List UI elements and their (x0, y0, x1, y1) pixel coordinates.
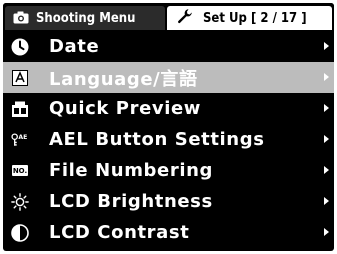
chevron-right-icon (324, 135, 329, 143)
chevron-right-icon (324, 228, 329, 236)
menu-item-ael-button-settings[interactable]: AE AEL Button Settings (3, 124, 334, 155)
tab-setup[interactable]: Set Up [ 2 / 17 ] (167, 6, 332, 30)
chevron-right-icon (324, 42, 329, 50)
ael-key-icon: AE (11, 131, 29, 149)
contrast-icon (11, 223, 29, 242)
menu-item-date[interactable]: Date (3, 31, 334, 62)
tab-setup-label: Set Up [ 2 / 17 ] (203, 10, 307, 26)
chevron-right-icon (324, 197, 329, 205)
menu-item-label: LCD Brightness (49, 191, 213, 212)
camera-menu-screen: Shooting Menu Set Up [ 2 / 17 ] Date Lan… (3, 3, 334, 251)
menu-item-file-numbering[interactable]: NO. File Numbering (3, 155, 334, 186)
menu-item-label: File Numbering (49, 160, 213, 181)
chevron-right-icon (324, 104, 329, 112)
menu-item-label: AEL Button Settings (49, 129, 265, 150)
chevron-right-icon (324, 166, 329, 174)
file-numbering-badge: NO. (12, 165, 28, 176)
camera-icon (13, 9, 29, 28)
menu-item-label: Language/言語 (49, 68, 198, 90)
file-numbering-icon: NO. (11, 162, 29, 180)
menu-item-lcd-contrast[interactable]: LCD Contrast (3, 217, 334, 248)
tab-shooting-menu[interactable]: Shooting Menu (5, 6, 165, 30)
chevron-right-icon (324, 73, 329, 81)
quick-preview-icon (11, 100, 29, 118)
menu-item-quick-preview[interactable]: Quick Preview (3, 93, 334, 124)
wrench-icon (177, 8, 193, 28)
menu-item-language[interactable]: Language/言語 (3, 62, 334, 93)
clock-icon (11, 38, 29, 56)
svg-text:AE: AE (18, 134, 27, 141)
tab-shooting-label: Shooting Menu (36, 10, 136, 26)
tab-bar: Shooting Menu Set Up [ 2 / 17 ] (3, 3, 334, 30)
menu-item-label: LCD Contrast (49, 222, 190, 243)
menu-item-label: Quick Preview (49, 98, 202, 119)
language-icon (11, 69, 29, 87)
setup-menu-list: Date Language/言語 Quick Preview AE AEL Bu… (3, 31, 334, 248)
menu-item-lcd-brightness[interactable]: LCD Brightness (3, 186, 334, 217)
menu-item-label: Date (49, 36, 100, 57)
brightness-icon (11, 192, 29, 211)
